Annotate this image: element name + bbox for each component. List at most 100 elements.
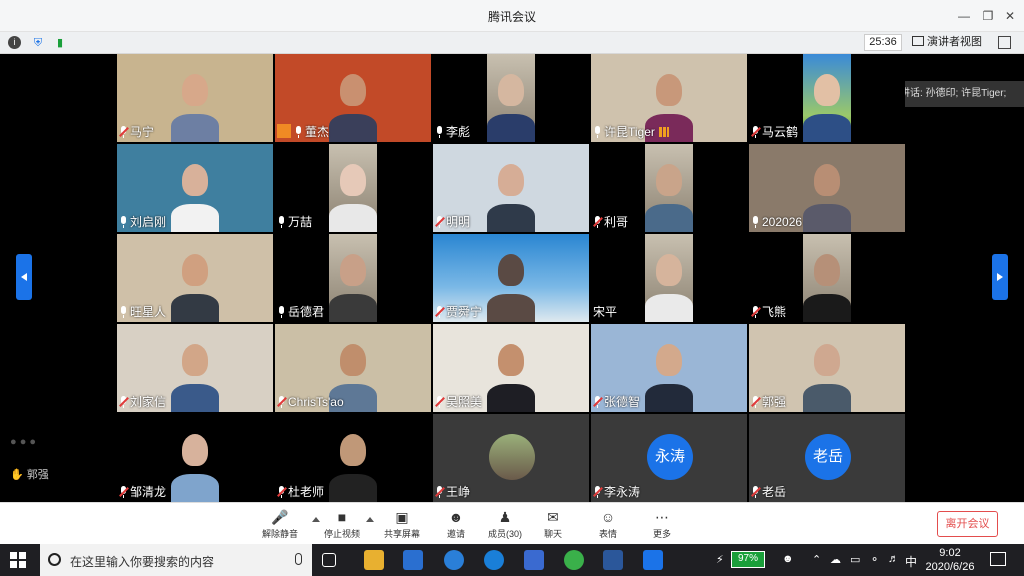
participant-body (487, 294, 535, 322)
participant-tile[interactable]: 万喆 (275, 144, 431, 232)
participant-tile[interactable]: 董杰 (275, 54, 431, 142)
participant-face (182, 344, 208, 376)
emoji-label: 表情 (598, 529, 617, 539)
task-view-icon[interactable] (322, 553, 336, 567)
participant-name-label: 许昆Tiger (593, 124, 669, 140)
participant-tile[interactable]: 永涛 李永涛 (591, 414, 747, 502)
invite-button[interactable]: ☻ 邀请 (428, 507, 484, 543)
participant-name-label: 吴照美 (435, 394, 482, 410)
participant-face (656, 74, 682, 106)
battery-indicator[interactable]: 97% (731, 551, 765, 568)
smiley-icon: ☺ (600, 509, 616, 525)
participant-tile[interactable]: 明明 (433, 144, 589, 232)
chrome-icon[interactable] (564, 550, 584, 570)
participant-face (498, 74, 524, 106)
participant-name-label: 202026 (751, 214, 802, 230)
participant-name: 202026 (762, 215, 803, 229)
clock-app-icon[interactable] (444, 550, 464, 570)
info-icon[interactable]: i (8, 36, 21, 49)
close-button[interactable]: ✕ (1002, 8, 1018, 24)
chat-button[interactable]: ✉ 聊天 (525, 507, 581, 543)
participant-name: 马云鹤 (762, 125, 799, 139)
share-screen-button[interactable]: ▣ 共享屏幕 (374, 507, 430, 543)
input-method-indicator[interactable]: 中 (905, 553, 917, 570)
fullscreen-button[interactable] (998, 36, 1011, 49)
cloud-sync-icon[interactable]: ☁ (830, 553, 841, 566)
participant-tile[interactable]: 张德智 (591, 324, 747, 412)
participant-tile[interactable]: 刘家信 (117, 324, 273, 412)
more-button[interactable]: ⋯ 更多 (634, 507, 690, 543)
unmute-button[interactable]: 🎤 解除静音 (252, 507, 308, 543)
search-placeholder: 在这里输入你要搜索的内容 (70, 555, 215, 569)
system-clock[interactable]: 9:02 2020/6/26 (922, 546, 978, 574)
participant-tile[interactable]: 王峥 (433, 414, 589, 502)
taskbar-search[interactable]: 在这里输入你要搜索的内容 (40, 544, 312, 576)
display-icon[interactable]: ▭ (850, 553, 860, 566)
restore-button[interactable]: ❐ (980, 8, 996, 24)
tencent-meeting-icon[interactable] (643, 550, 663, 570)
participant-tile[interactable]: 杜老师 (275, 414, 431, 502)
participant-tile[interactable]: 马宁 (117, 54, 273, 142)
participant-name-label: 飞熊 (751, 304, 786, 320)
minimize-button[interactable]: — (956, 8, 972, 24)
mic-muted-icon (119, 486, 129, 498)
wifi-icon[interactable]: ⚬ (870, 553, 879, 566)
speaker-view-button[interactable]: 演讲者视图 (912, 34, 982, 51)
prev-page-button[interactable] (16, 254, 32, 300)
participant-name: ChrisTs'ao (288, 395, 344, 409)
participant-face (182, 164, 208, 196)
participant-name-label: 王峥 (435, 484, 470, 500)
people-icon[interactable]: ☻ (782, 553, 794, 565)
emoji-button[interactable]: ☺ 表情 (580, 507, 636, 543)
participant-tile[interactable]: 许昆Tiger (591, 54, 747, 142)
participant-tile[interactable]: 马云鹤 (749, 54, 905, 142)
next-page-button[interactable] (992, 254, 1008, 300)
participant-tile[interactable]: 吴照美 (433, 324, 589, 412)
windows-start-button[interactable] (10, 552, 26, 568)
network-signal-icon[interactable]: ▮ (52, 35, 68, 51)
store-icon[interactable] (403, 550, 423, 570)
participant-name: 刘家信 (130, 395, 167, 409)
shield-icon[interactable]: ⛨ (30, 35, 46, 51)
participant-name: 许昆Tiger (604, 125, 655, 139)
word-icon[interactable] (603, 550, 623, 570)
participant-face (814, 254, 840, 286)
participant-tile[interactable]: 202026 (749, 144, 905, 232)
participant-name-label: 贾舜宁 (435, 304, 482, 320)
leave-meeting-button[interactable]: 离开会议 (937, 511, 998, 537)
participant-tile[interactable]: ChrisTs'ao (275, 324, 431, 412)
clock-time: 9:02 (939, 547, 961, 559)
microphone-icon[interactable] (295, 553, 302, 565)
file-explorer-icon[interactable] (364, 550, 384, 570)
participant-tile[interactable]: 邹清龙 (117, 414, 273, 502)
mail-icon[interactable] (524, 550, 544, 570)
mic-icon (277, 306, 286, 318)
windows-taskbar: 在这里输入你要搜索的内容 ⚡ 97% ☻ ⌃ ☁ ▭ ⚬ ♬ 中 9:02 20… (0, 544, 1024, 576)
volume-icon[interactable]: ♬ (888, 553, 899, 565)
video-feed (803, 54, 851, 142)
mic-muted-icon (119, 396, 129, 408)
participant-name: 宋平 (593, 305, 618, 319)
power-plug-icon[interactable]: ⚡ (716, 553, 724, 566)
participant-tile[interactable]: 宋平 (591, 234, 747, 322)
video-feed (329, 144, 377, 232)
participant-body (645, 384, 693, 412)
video-options-caret[interactable] (366, 517, 374, 522)
participant-tile[interactable]: 刘启刚 (117, 144, 273, 232)
participant-tile[interactable]: 郭强 (749, 324, 905, 412)
participant-tile[interactable]: 岳德君 (275, 234, 431, 322)
participant-tile[interactable]: 旺星人 (117, 234, 273, 322)
participant-name-label: 张德智 (593, 394, 640, 410)
participant-tile[interactable]: 老岳 老岳 (749, 414, 905, 502)
show-hidden-icons-chevron-icon[interactable]: ⌃ (812, 553, 821, 566)
screen-share-icon: ▣ (395, 509, 409, 525)
stop-video-button[interactable]: ■ 停止视频 (314, 507, 370, 543)
participant-tile[interactable]: 利哥 (591, 144, 747, 232)
participant-name: 张德智 (604, 395, 641, 409)
action-center-icon[interactable] (990, 552, 1006, 566)
edge-icon[interactable] (484, 550, 504, 570)
participant-tile[interactable]: 贾舜宁 (433, 234, 589, 322)
participant-tile[interactable]: 李彪 (433, 54, 589, 142)
participant-name-label: 董杰 (277, 124, 329, 140)
participant-tile[interactable]: 飞熊 (749, 234, 905, 322)
